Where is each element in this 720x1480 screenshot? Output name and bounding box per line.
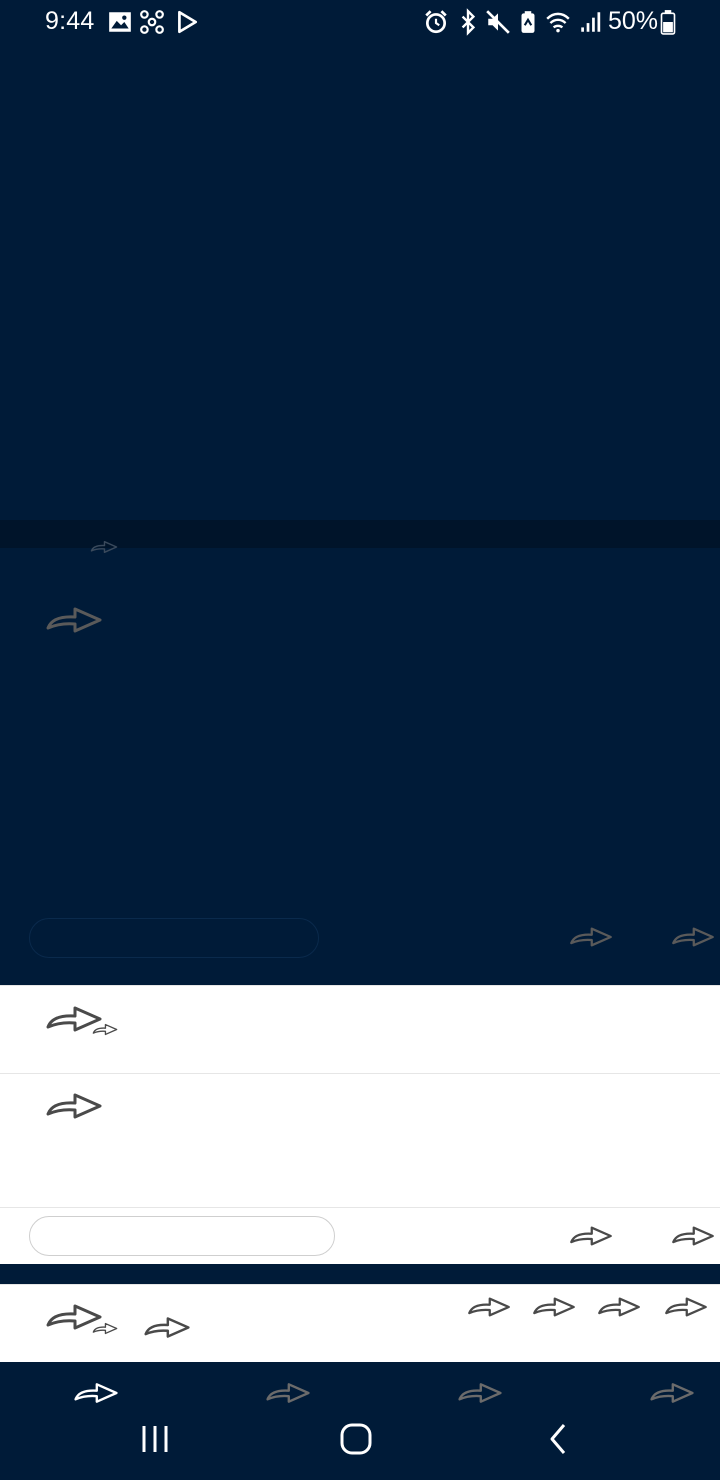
share-arrow-icon	[92, 1322, 118, 1335]
pinwheel-icon	[140, 10, 164, 34]
play-icon	[178, 10, 198, 34]
share-arrow-icon[interactable]	[664, 1296, 708, 1318]
nav-item-1-icon[interactable]	[73, 1382, 119, 1404]
image-icon	[109, 12, 131, 32]
share-arrow-icon[interactable]	[532, 1296, 576, 1318]
share-arrow-icon[interactable]	[143, 1316, 191, 1339]
top-content-area	[0, 44, 720, 520]
bluetooth-icon	[461, 8, 476, 36]
share-arrow-icon	[90, 540, 118, 554]
content-card[interactable]	[0, 1073, 720, 1207]
share-arrow-icon	[46, 1093, 102, 1119]
signal-icon	[581, 12, 601, 32]
nav-item-4-icon[interactable]	[649, 1382, 695, 1404]
nav-item-3-icon[interactable]	[457, 1382, 503, 1404]
mute-icon	[486, 10, 510, 34]
share-arrow-icon[interactable]	[45, 606, 103, 634]
status-time: 9:44	[45, 7, 95, 35]
recents-icon[interactable]	[140, 1424, 170, 1454]
search-input[interactable]	[29, 1216, 335, 1256]
home-icon[interactable]	[340, 1423, 372, 1455]
alarm-icon	[425, 10, 447, 34]
share-arrow-icon[interactable]	[569, 1225, 613, 1247]
battery-percentage: 50%	[608, 7, 659, 35]
share-arrow-icon[interactable]	[671, 926, 715, 948]
share-arrow-icon[interactable]	[671, 1225, 715, 1247]
search-field-placeholder[interactable]	[29, 918, 319, 958]
back-icon[interactable]	[546, 1423, 570, 1455]
section-gap	[0, 1264, 720, 1284]
status-bar: 9:44 50%	[0, 0, 720, 44]
wifi-icon	[546, 12, 570, 33]
share-arrow-icon	[92, 1023, 118, 1036]
share-arrow-icon[interactable]	[569, 926, 613, 948]
nav-item-2-icon[interactable]	[265, 1382, 311, 1404]
battery-icon	[660, 10, 676, 35]
share-arrow-icon[interactable]	[597, 1296, 641, 1318]
share-arrow-icon[interactable]	[467, 1296, 511, 1318]
battery-saver-icon	[521, 11, 535, 33]
